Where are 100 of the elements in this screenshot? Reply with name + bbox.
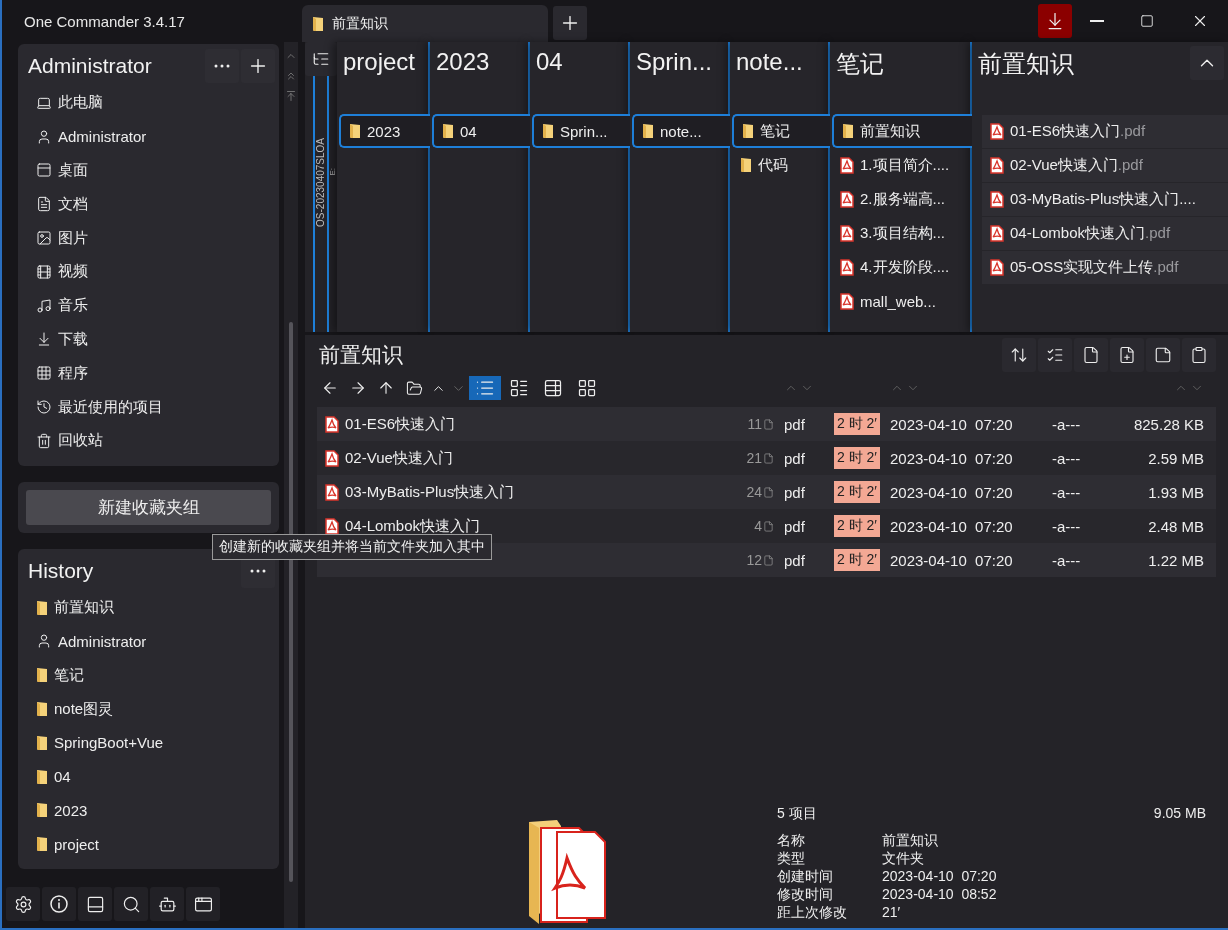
clipboard-button[interactable] <box>1182 338 1216 372</box>
maximize-icon <box>1140 14 1154 28</box>
info-button[interactable] <box>42 887 76 922</box>
file-date: 2023-04-10 07:20 <box>890 415 1014 433</box>
history-item[interactable]: 笔记 <box>22 658 279 693</box>
sidebar-item[interactable]: 回收站 <box>22 423 279 458</box>
file-button[interactable] <box>1074 338 1108 372</box>
panel-button[interactable] <box>78 887 112 922</box>
folder-icon <box>312 15 324 32</box>
column-item[interactable]: Sprin... <box>532 114 630 148</box>
column-item[interactable]: 01-ES6快速入门.pdf <box>982 114 1228 148</box>
pdf-icon <box>840 190 854 208</box>
column-item[interactable]: note... <box>632 114 730 148</box>
sidebar-item[interactable]: 文档 <box>22 187 279 222</box>
new-group-button[interactable]: 新建收藏夹组 <box>26 489 271 525</box>
pdf-icon <box>325 517 339 535</box>
sidebar-item[interactable]: 下载 <box>22 322 279 357</box>
column-item[interactable]: 3.项目结构... <box>832 216 970 250</box>
film-icon <box>36 263 52 280</box>
column-item[interactable]: 笔记 <box>732 114 830 148</box>
list-tree-icon <box>312 50 330 68</box>
sidebar-item[interactable]: 最近使用的项目 <box>22 390 279 424</box>
settings-button[interactable] <box>6 887 40 922</box>
pdf-icon <box>990 157 1004 174</box>
column-item[interactable]: 4.开发阶段.... <box>832 250 970 284</box>
drive-label: OS-20230407SLOA <box>315 138 326 227</box>
file-type: pdf <box>784 415 806 433</box>
sidebar-item[interactable]: 音乐 <box>22 288 279 323</box>
robot-button[interactable] <box>150 887 184 922</box>
add-button[interactable] <box>241 49 275 83</box>
file-size: 1.22 MB <box>1147 551 1205 569</box>
column-title: 笔记 <box>835 49 884 78</box>
column-item[interactable]: 代码 <box>732 148 828 182</box>
column-title: project <box>342 47 416 77</box>
document-icon <box>36 196 52 213</box>
history-item[interactable]: 前置知识 <box>22 590 279 625</box>
sidebar-item[interactable]: 桌面 <box>22 153 279 188</box>
tree-button[interactable] <box>305 42 337 76</box>
pdf-icon <box>325 415 339 433</box>
file-date: 2023-04-10 07:20 <box>890 483 1014 501</box>
column-item[interactable]: 05-OSS实现文件上传.pdf <box>982 250 1228 284</box>
history-item[interactable]: 04 <box>22 759 279 794</box>
column-item[interactable]: 1.项目简介.... <box>832 148 970 182</box>
file-name: 04-Lombok快速入门 <box>345 516 481 536</box>
pdf-icon <box>325 449 339 467</box>
collapse-button[interactable] <box>1190 46 1224 80</box>
sidebar-item[interactable]: Administrator <box>22 119 279 154</box>
note-icon <box>1154 346 1172 364</box>
file-name: 01-ES6快速入门 <box>345 414 456 434</box>
search-button[interactable] <box>114 887 148 922</box>
forward-icon <box>349 379 367 397</box>
file-row[interactable]: 01-ES6快速入门 11 pdf 2 时 2′ 2023-04-10 07:20 -a--- 825.28 KB <box>317 407 1216 441</box>
history-item[interactable]: project <box>22 827 279 862</box>
file-row[interactable]: 02-Vue快速入门 21 pdf 2 时 2′ 2023-04-10 07:20 -a--- 2.59 MB <box>317 441 1216 475</box>
sidebar-item[interactable]: 图片 <box>22 221 279 255</box>
column-item[interactable]: 02-Vue快速入门.pdf <box>982 148 1228 182</box>
download-button[interactable] <box>1038 4 1072 38</box>
column-title: 04 <box>535 47 563 77</box>
tab[interactable]: 前置知识 <box>302 5 548 42</box>
file-size: 2.59 MB <box>1147 449 1205 467</box>
column-item[interactable]: 前置知识 <box>832 114 972 148</box>
file-type: pdf <box>784 551 806 569</box>
note-button[interactable] <box>1146 338 1180 372</box>
column-item[interactable]: 2.服务端高... <box>832 182 970 216</box>
list-button[interactable] <box>1038 338 1072 372</box>
pdf-icon <box>325 483 339 501</box>
page-count: 24 <box>734 484 784 500</box>
column-item[interactable]: mall_web... <box>832 284 970 318</box>
history-item[interactable]: 2023 <box>22 793 279 828</box>
pdf-icon <box>840 224 854 242</box>
view-icon <box>543 378 563 398</box>
new-file-button[interactable] <box>1110 338 1144 372</box>
sort-button[interactable] <box>1002 338 1036 372</box>
item-count: 5 项目 <box>777 805 817 823</box>
column-item[interactable]: 03-MyBatis-Plus快速入门.... <box>982 182 1228 216</box>
file-row[interactable]: 03-MyBatis-Plus快速入门 24 pdf 2 时 2′ 2023-04-10 07:20 -a--- 1.93 MB <box>317 475 1216 509</box>
column-item[interactable]: 2023 <box>339 114 430 148</box>
user-icon <box>36 633 52 650</box>
history-item[interactable]: SpringBoot+Vue <box>22 725 279 760</box>
history-item[interactable]: note图灵 <box>22 692 279 726</box>
column-item[interactable]: 04 <box>432 114 530 148</box>
file-type: pdf <box>784 483 806 501</box>
column-item[interactable]: 04-Lombok快速入门.pdf <box>982 216 1228 250</box>
folder-icon <box>36 701 48 718</box>
window-button[interactable] <box>186 887 220 922</box>
folder-icon <box>36 599 48 616</box>
sidebar-item[interactable]: 程序 <box>22 356 279 391</box>
back-icon <box>321 379 339 397</box>
more-icon <box>214 64 230 68</box>
folder-icon <box>36 667 48 684</box>
sidebar-item[interactable]: 此电脑 <box>22 86 279 120</box>
list-icon <box>1046 346 1064 364</box>
column-title: note... <box>735 47 803 77</box>
new-tab-button[interactable] <box>553 6 587 40</box>
up-icon <box>377 379 395 397</box>
sidebar-item[interactable]: 视频 <box>22 255 279 289</box>
file-date: 2023-04-10 07:20 <box>890 449 1014 467</box>
page-count: 11 <box>734 416 784 432</box>
history-item[interactable]: Administrator <box>22 624 279 659</box>
folder-icon <box>442 123 454 139</box>
